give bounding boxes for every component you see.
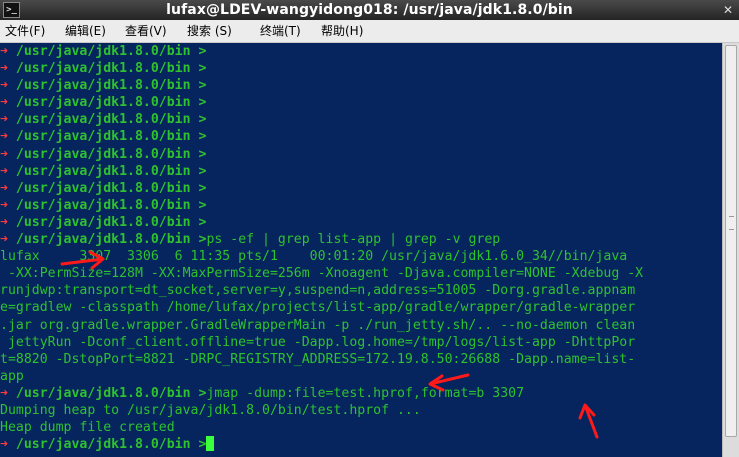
prompt-line: ➜ /usr/java/jdk1.8.0/bin > [0,197,643,214]
prompt-symbol: > [190,232,207,248]
prompt-arrow-icon: ➜ [0,385,16,401]
prompt-cwd: /usr/java/jdk1.8.0/bin [15,95,191,111]
prompt-line: ➜ /usr/java/jdk1.8.0/bin > [0,77,643,94]
text-cursor [206,436,215,452]
prompt-cwd: /usr/java/jdk1.8.0/bin [15,437,191,453]
prompt-symbol: > [190,385,207,401]
prompt-symbol: > [190,197,207,213]
prompt-symbol: > [190,180,207,196]
prompt-line: ➜ /usr/java/jdk1.8.0/bin > [0,111,643,128]
prompt-symbol: > [190,146,207,162]
output-line: lufax 3307 3306 6 11:35 pts/1 00:01:20 /… [0,249,628,265]
prompt-symbol: > [190,44,207,59]
prompt-line: ➜ /usr/java/jdk1.8.0/bin > [0,436,643,453]
menu-file[interactable]: 文件(F) [5,23,45,39]
scrollbar-grip [729,216,734,230]
prompt-arrow-icon: ➜ [0,44,16,59]
output-line: Dumping heap to /usr/java/jdk1.8.0/bin/t… [0,402,421,418]
close-icon[interactable]: ✕ [721,3,735,17]
prompt-symbol: > [190,437,207,453]
prompt-cwd: /usr/java/jdk1.8.0/bin [15,214,191,230]
prompt-arrow-icon: ➜ [0,78,16,94]
prompt-cwd: /usr/java/jdk1.8.0/bin [15,112,191,128]
prompt-line: ➜ /usr/java/jdk1.8.0/bin > [0,60,643,77]
prompt-symbol: > [190,112,207,128]
prompt-cwd: /usr/java/jdk1.8.0/bin [15,180,191,196]
prompt-arrow-icon: ➜ [0,232,16,248]
prompt-line: ➜ /usr/java/jdk1.8.0/bin >jmap -dump:fil… [0,385,643,402]
output-line: runjdwp:transport=dt_socket,server=y,sus… [0,283,636,299]
menu-search[interactable]: 搜索 (S) [187,23,232,39]
prompt-cwd: /usr/java/jdk1.8.0/bin [15,232,191,248]
prompt-cwd: /usr/java/jdk1.8.0/bin [15,163,191,179]
prompt-cwd: /usr/java/jdk1.8.0/bin [15,197,191,213]
prompt-line: ➜ /usr/java/jdk1.8.0/bin > [0,214,643,231]
output-line: -XX:PermSize=128M -XX:MaxPermSize=256m -… [0,266,644,282]
prompt-line: ➜ /usr/java/jdk1.8.0/bin > [0,128,643,145]
terminal-output[interactable]: ➜ /usr/java/jdk1.8.0/bin > ➜ /usr/java/jd… [0,43,722,457]
scrollbar-thumb[interactable] [725,45,737,437]
prompt-arrow-icon: ➜ [0,437,16,453]
prompt-line: ➜ /usr/java/jdk1.8.0/bin > [0,94,643,111]
terminal-lines: ➜ /usr/java/jdk1.8.0/bin > ➜ /usr/java/jd… [0,43,643,453]
menu-edit[interactable]: 编辑(E) [65,23,106,39]
output-line: app [0,368,24,384]
command-text: ps -ef | grep list-app | grep -v grep [206,232,501,248]
output-line: Heap dump file created [0,420,175,436]
prompt-symbol: > [190,163,207,179]
prompt-arrow-icon: ➜ [0,129,16,145]
prompt-symbol: > [190,129,207,145]
vertical-scrollbar[interactable] [722,43,739,457]
prompt-arrow-icon: ➜ [0,197,16,213]
prompt-cwd: /usr/java/jdk1.8.0/bin [15,78,191,94]
prompt-line: ➜ /usr/java/jdk1.8.0/bin > [0,180,643,197]
prompt-arrow-icon: ➜ [0,95,16,111]
prompt-symbol: > [190,95,207,111]
prompt-arrow-icon: ➜ [0,180,16,196]
command-text: jmap -dump:file=test.hprof,format=b 3307 [206,385,525,401]
output-line: e=gradlew -classpath /home/lufax/project… [0,300,636,316]
prompt-arrow-icon: ➜ [0,112,16,128]
prompt-cwd: /usr/java/jdk1.8.0/bin [15,61,191,77]
prompt-arrow-icon: ➜ [0,163,16,179]
prompt-line: ➜ /usr/java/jdk1.8.0/bin >ps -ef | grep … [0,231,643,248]
prompt-symbol: > [190,78,207,94]
output-line: t=8820 -DstopPort=8821 -DRPC_REGISTRY_AD… [0,351,636,367]
output-line: .jar org.gradle.wrapper.GradleWrapperMai… [0,317,636,333]
prompt-arrow-icon: ➜ [0,146,16,162]
prompt-line: ➜ /usr/java/jdk1.8.0/bin > [0,146,643,163]
prompt-arrow-icon: ➜ [0,214,16,230]
prompt-line: ➜ /usr/java/jdk1.8.0/bin > [0,43,643,60]
output-line: jettyRun -Dconf_client.offline=true -Dap… [0,334,636,350]
window-title: lufax@LDEV-wangyidong018: /usr/java/jdk1… [166,2,573,18]
prompt-cwd: /usr/java/jdk1.8.0/bin [15,44,191,59]
menu-bar: 文件(F) 编辑(E) 查看(V) 搜索 (S) 终端(T) 帮助(H) [0,20,739,43]
title-bar[interactable]: >_ lufax@LDEV-wangyidong018: /usr/java/j… [0,0,739,20]
prompt-cwd: /usr/java/jdk1.8.0/bin [15,129,191,145]
prompt-cwd: /usr/java/jdk1.8.0/bin [15,385,191,401]
prompt-line: ➜ /usr/java/jdk1.8.0/bin > [0,163,643,180]
prompt-arrow-icon: ➜ [0,61,16,77]
prompt-symbol: > [190,214,207,230]
menu-terminal[interactable]: 终端(T) [260,23,301,39]
prompt-cwd: /usr/java/jdk1.8.0/bin [15,146,191,162]
menu-help[interactable]: 帮助(H) [321,23,363,39]
prompt-symbol: > [190,61,207,77]
menu-view[interactable]: 查看(V) [125,23,167,39]
